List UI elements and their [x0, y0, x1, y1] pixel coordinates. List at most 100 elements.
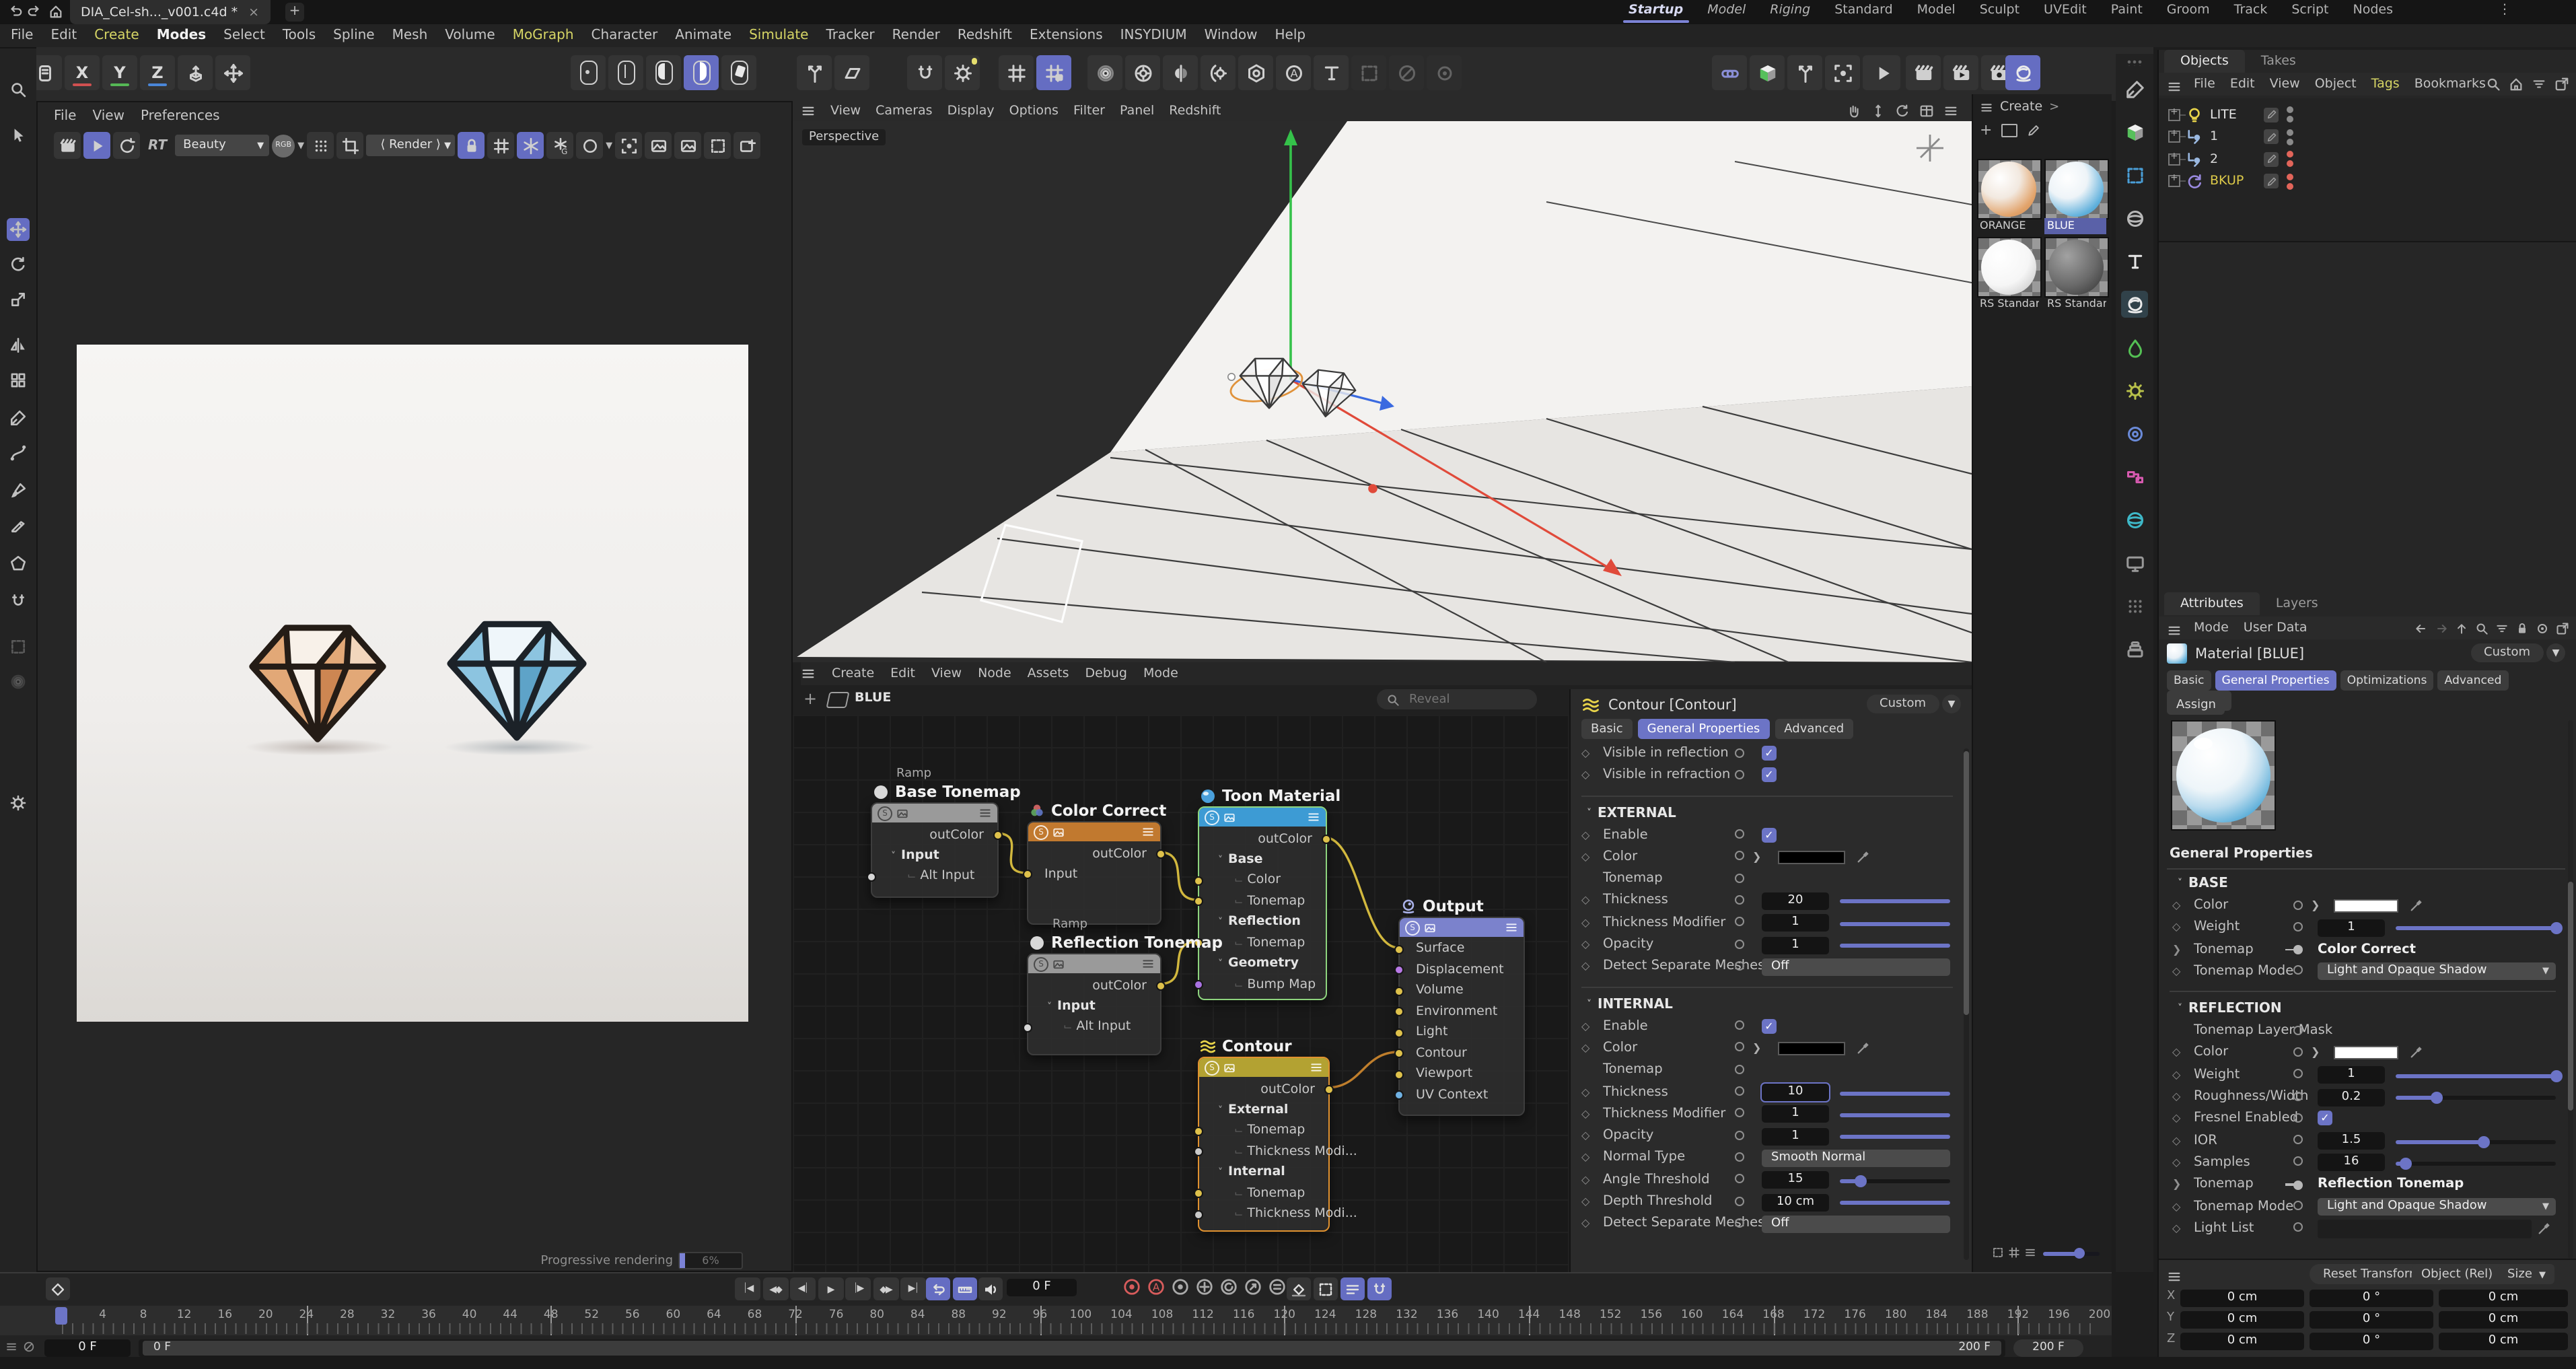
toolbar-slash-icon[interactable] [1389, 55, 1424, 90]
left-tool-cursor-icon[interactable] [7, 124, 30, 147]
visibility-dots[interactable] [2287, 106, 2293, 122]
value-field[interactable]: 1.5 [2318, 1132, 2385, 1150]
anim-circle[interactable] [1735, 1174, 1744, 1184]
toolbar-axisarrows-icon[interactable] [1787, 55, 1822, 90]
viewport-menu-filter[interactable]: Filter [1073, 104, 1105, 118]
search-icon[interactable] [2486, 77, 2501, 92]
viewport-rotate-icon[interactable] [1895, 104, 1910, 118]
select-field[interactable]: Smooth Normal [1762, 1150, 1950, 1167]
anim-circle[interactable] [1735, 1130, 1744, 1139]
input-port[interactable] [1394, 1028, 1404, 1037]
menu-volume[interactable]: Volume [445, 28, 495, 43]
palette-cubegreen-icon[interactable] [2121, 118, 2148, 145]
menu-icon[interactable] [5, 1341, 17, 1353]
input-port[interactable] [1194, 1209, 1203, 1219]
material-preview[interactable] [2171, 720, 2276, 831]
checkbox[interactable]: ✓ [1762, 827, 1777, 842]
node-menu-icon[interactable] [978, 806, 992, 820]
toolbar-hexeye-icon[interactable] [1238, 55, 1273, 90]
input-port[interactable] [1394, 944, 1404, 954]
menu-extensions[interactable]: Extensions [1030, 28, 1103, 43]
viewport-menu-display[interactable]: Display [947, 104, 995, 118]
visibility-dots[interactable] [2287, 151, 2293, 167]
left-tool-knife-icon[interactable] [7, 514, 30, 537]
preset-dropdown[interactable]: Custom [1866, 695, 1939, 713]
toggle-speaker-button[interactable] [978, 1277, 1003, 1300]
left-tool-rotate-icon[interactable] [7, 253, 30, 276]
node-menu-icon[interactable] [1505, 921, 1518, 934]
input-port[interactable] [867, 872, 876, 881]
renderview-menu-file[interactable]: File [54, 109, 76, 124]
menu-render[interactable]: Render [892, 28, 940, 43]
edit-toggle[interactable] [2264, 129, 2279, 144]
menu-redshift[interactable]: Redshift [958, 28, 1012, 43]
palette-gear-icon[interactable] [2121, 377, 2148, 404]
input-port[interactable] [1394, 965, 1404, 975]
viewport-menu-panel[interactable]: Panel [1120, 104, 1154, 118]
toolbar-keybox-icon[interactable] [1351, 55, 1386, 90]
anim-circle[interactable] [2293, 1069, 2303, 1079]
tab-general-properties[interactable]: General Properties [1638, 719, 1770, 739]
slider-handle[interactable] [2478, 1135, 2491, 1148]
linked-node-label[interactable]: Color Correct [2318, 939, 2416, 961]
left-tool-falloff-icon[interactable] [7, 670, 30, 693]
preset-dropdown-arrow-icon[interactable]: ▼ [2546, 643, 2565, 662]
material-item-orange[interactable]: ORANGE [1977, 159, 2040, 234]
filter-icon[interactable] [2495, 621, 2509, 635]
view-size-icon[interactable] [2008, 1247, 2020, 1259]
transport-key-next-button[interactable]: ◆▶ [873, 1277, 898, 1300]
menu-window[interactable]: Window [1205, 28, 1258, 43]
palette-dither-icon[interactable] [2121, 592, 2148, 619]
popout-icon[interactable] [2554, 77, 2569, 92]
anim-dot-linked[interactable] [2293, 945, 2303, 954]
left-tool-keybox-icon[interactable] [7, 635, 30, 658]
toggle-loopic-button[interactable] [926, 1277, 950, 1300]
node-reflection-tonemap[interactable]: RampReflection TonemapSoutColor˅Input⌐Al… [1027, 953, 1161, 1055]
palette-monitor-icon[interactable] [2121, 549, 2148, 576]
object-row-2[interactable]: +2 [2159, 148, 2576, 170]
layout-tab-script[interactable]: Script [2289, 3, 2331, 17]
preview-icon[interactable] [1223, 811, 1236, 823]
toolbar-button-button[interactable] [608, 55, 643, 90]
view-size-icon[interactable] [1992, 1247, 2004, 1259]
menu-modes[interactable]: Modes [157, 28, 206, 43]
toolbar-Z-button[interactable]: Z [140, 55, 175, 90]
range-start-field[interactable]: 0 F [44, 1339, 131, 1357]
toolbar-gridlock-icon[interactable] [1036, 55, 1071, 90]
viewport-camera-label[interactable]: Perspective [802, 129, 886, 145]
anim-circle[interactable] [1735, 1086, 1744, 1096]
anim-circle[interactable] [1735, 1020, 1744, 1030]
expand-box[interactable]: + [2168, 131, 2180, 143]
menu-icon[interactable] [2167, 623, 2182, 638]
expand-box[interactable]: + [2168, 153, 2180, 165]
edit-toggle[interactable] [2264, 107, 2279, 122]
record-recscale-button[interactable] [1244, 1277, 1262, 1296]
renderview-ipr-play-icon[interactable] [83, 132, 110, 159]
menu-animate[interactable]: Animate [675, 28, 731, 43]
tab-optimizations[interactable]: Optimizations [2340, 670, 2434, 691]
value-field[interactable]: 20 [1762, 892, 1829, 910]
node-header[interactable]: S [1199, 808, 1326, 827]
input-port[interactable] [1194, 980, 1203, 989]
input-port[interactable] [1394, 1069, 1404, 1079]
viewport-menu-cameras[interactable]: Cameras [875, 104, 932, 118]
tab-takes[interactable]: Takes [2245, 50, 2312, 73]
color-swatch[interactable] [1778, 1042, 1845, 1055]
node-header[interactable]: S [1028, 954, 1160, 973]
transport-frame-next-button[interactable]: ⏐▶ [845, 1277, 871, 1300]
objects-menu-edit[interactable]: Edit [2230, 77, 2255, 92]
toolbar-gear-icon[interactable] [945, 55, 980, 90]
preset-dropdown-arrow-icon[interactable]: ▼ [1942, 695, 1961, 713]
viewport-menu-icon[interactable] [1943, 104, 1958, 118]
renderview-snapshot-icon[interactable] [517, 132, 544, 159]
undo-icon[interactable] [8, 4, 23, 19]
tab-objects[interactable]: Objects [2164, 50, 2245, 73]
node-contour[interactable]: ContourSoutColor˅External⌐Tonemap⌐Thickn… [1198, 1057, 1330, 1232]
value-field[interactable]: 0.2 [2318, 1088, 2385, 1106]
input-port[interactable] [1394, 1007, 1404, 1016]
visibility-dots[interactable] [2287, 129, 2293, 145]
dropdown-arrow-icon[interactable]: ▼ [297, 140, 304, 151]
input-port[interactable] [1194, 876, 1203, 885]
menu-edit[interactable]: Edit [50, 28, 77, 43]
coord-position-field[interactable]: 0 cm [2180, 1333, 2304, 1350]
